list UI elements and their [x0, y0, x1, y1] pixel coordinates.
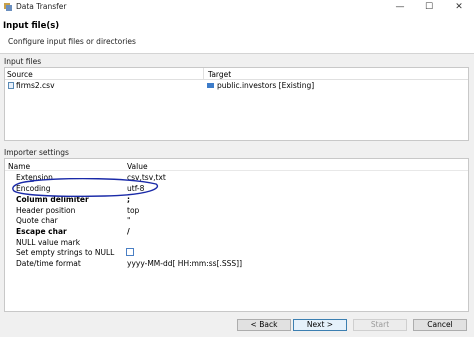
settings-header-divider: [5, 170, 468, 171]
target-table-name[interactable]: public.investors [Existing]: [217, 81, 314, 90]
setting-name-quote-char: Quote char: [16, 216, 58, 225]
setting-value-header-position[interactable]: top: [127, 206, 139, 215]
back-button[interactable]: < Back: [237, 319, 291, 331]
data-transfer-icon: [4, 3, 12, 11]
setting-name-header-position: Header position: [16, 206, 76, 215]
source-file-name[interactable]: firms2.csv: [16, 81, 55, 90]
close-button[interactable]: ✕: [446, 0, 472, 15]
file-icon: [8, 82, 14, 89]
window-title: Data Transfer: [16, 2, 67, 11]
page-subtitle: Configure input files or directories: [8, 37, 136, 46]
setting-name-null-value-mark: NULL value mark: [16, 238, 81, 247]
cancel-button[interactable]: Cancel: [413, 319, 467, 331]
annotation-oval: [12, 178, 159, 197]
wizard-header: [0, 15, 474, 53]
setting-value-date-time-format[interactable]: yyyy-MM-dd[ HH:mm:ss[.SSS]]: [127, 259, 242, 268]
page-title: Input file(s): [3, 21, 60, 31]
setting-name-set-empty-strings-to-null: Set empty strings to NULL: [16, 248, 115, 257]
set-empty-strings-to-null-checkbox[interactable]: [126, 248, 134, 256]
column-header-source[interactable]: Source: [7, 70, 33, 79]
start-button[interactable]: Start: [353, 319, 407, 331]
setting-name-escape-char: Escape char: [16, 227, 67, 236]
column-header-target[interactable]: Target: [208, 70, 231, 79]
next-button[interactable]: Next >: [293, 319, 347, 331]
input-files-table-header: [5, 68, 468, 80]
setting-value-escape-char[interactable]: /: [127, 227, 130, 236]
column-divider[interactable]: [203, 68, 204, 79]
setting-value-quote-char[interactable]: ": [127, 216, 130, 225]
input-files-group-label: Input files: [4, 57, 42, 66]
header-divider: [0, 53, 474, 54]
setting-name-date-time-format: Date/time format: [16, 259, 81, 268]
minimize-button[interactable]: —: [387, 0, 413, 15]
table-icon: [207, 83, 214, 88]
importer-settings-group-label: Importer settings: [4, 148, 69, 157]
maximize-button[interactable]: ☐: [416, 0, 442, 15]
